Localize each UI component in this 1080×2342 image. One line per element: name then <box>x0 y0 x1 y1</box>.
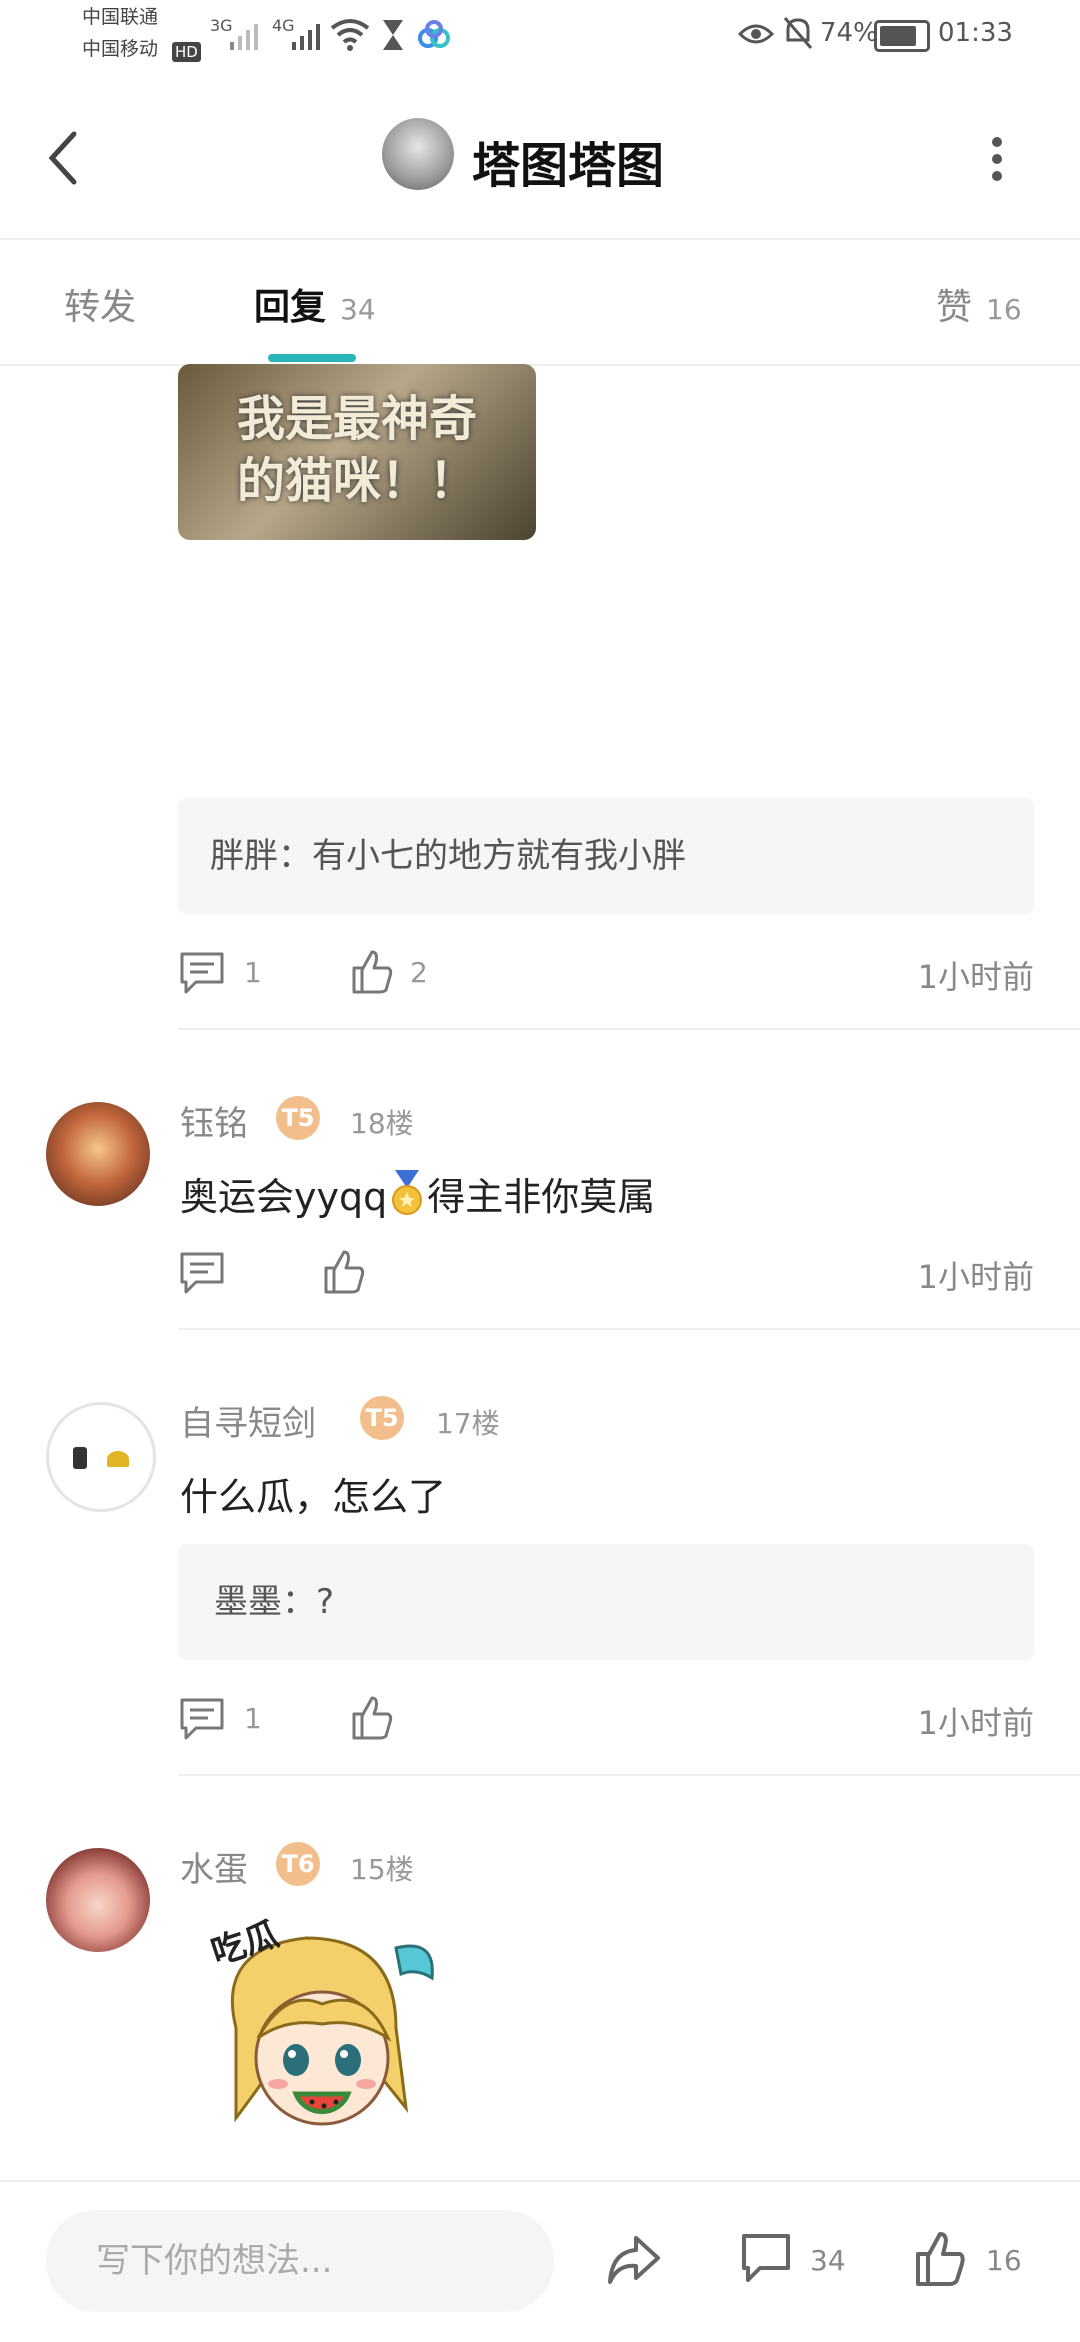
tab-reply-count: 34 <box>340 293 376 326</box>
status-bar: 中国联通 中国移动 HD 3G 4G 74% 01:33 <box>0 0 1080 80</box>
sub-reply-text: ：? <box>282 1582 335 1622</box>
eye-icon <box>738 24 774 44</box>
floor-number: 15楼 <box>350 1853 414 1886</box>
tab-reply[interactable]: 回复 34 <box>254 278 376 330</box>
sub-reply-author[interactable]: 胖胖 <box>210 836 278 876</box>
tab-bar: 转发 回复 34 赞 16 <box>0 240 1080 366</box>
page-title[interactable]: 塔图塔图 <box>472 126 664 196</box>
sub-reply-box[interactable]: 胖胖：有小七的地方就有我小胖 <box>178 798 1034 914</box>
battery-icon <box>874 20 930 52</box>
tab-like-count: 16 <box>986 293 1022 326</box>
comment-text: 奥运会yyqq 得主非你莫属 <box>180 1166 655 1221</box>
gold-medal-icon <box>392 1170 423 1215</box>
user-avatar[interactable] <box>46 1848 150 1952</box>
author-avatar[interactable] <box>382 118 454 190</box>
username[interactable]: 自寻短剑 <box>180 1396 316 1445</box>
sub-reply-author[interactable]: 墨墨 <box>214 1582 282 1622</box>
post-image[interactable]: 我是最神奇 的猫咪！！ <box>178 364 536 540</box>
post-time: 1小时前 <box>917 1704 1034 1742</box>
tab-forward[interactable]: 转发 <box>64 278 136 330</box>
signal-icon-1 <box>230 24 258 50</box>
bottom-action-bar: 写下你的想法... 34 16 <box>0 2180 1080 2342</box>
thumbs-up-icon[interactable] <box>914 2230 966 2288</box>
user-avatar[interactable] <box>46 1102 150 1206</box>
sub-reply-text: ：有小七的地方就有我小胖 <box>278 836 686 876</box>
thumbs-up-icon[interactable] <box>350 1694 394 1742</box>
level-badge: T5 <box>360 1396 404 1440</box>
floor-number: 17楼 <box>436 1407 500 1440</box>
bottom-like-count: 16 <box>986 2244 1022 2277</box>
comment-icon[interactable] <box>178 1250 226 1296</box>
share-icon[interactable] <box>606 2232 662 2288</box>
tab-like-label: 赞 <box>936 287 973 328</box>
username[interactable]: 水蛋 <box>180 1842 248 1891</box>
comment-icon[interactable] <box>178 1696 226 1742</box>
thumbs-up-icon[interactable] <box>350 948 394 996</box>
comment-input[interactable]: 写下你的想法... <box>46 2210 554 2312</box>
carrier-1: 中国联通 <box>82 6 159 28</box>
post-2-actions: 1小时前 <box>178 1244 1034 1304</box>
tab-like[interactable]: 赞 16 <box>936 278 1022 330</box>
comment-icon[interactable] <box>178 950 226 996</box>
more-options-icon[interactable] <box>990 134 1004 184</box>
comment-text-part-1: 奥运会yyqq <box>180 1175 388 1219</box>
comment-text: 什么瓜，怎么了 <box>180 1475 447 1519</box>
comment-input-placeholder: 写下你的想法... <box>96 2241 333 2281</box>
tab-reply-label: 回复 <box>254 287 327 328</box>
back-arrow-icon[interactable] <box>44 130 84 186</box>
top-app-bar: 塔图塔图 <box>0 80 1080 240</box>
hourglass-icon <box>383 20 403 50</box>
hd-badge: HD <box>172 42 201 62</box>
post-time: 1小时前 <box>917 1258 1034 1296</box>
image-caption-line-2: 的猫咪！！ <box>236 453 477 509</box>
carrier-2: 中国移动 <box>82 38 159 60</box>
wifi-icon <box>330 19 370 51</box>
signal-icon-2 <box>292 24 320 50</box>
clock: 01:33 <box>938 18 1013 48</box>
comment-count: 1 <box>244 956 262 989</box>
image-caption-line-1: 我是最神奇 <box>236 391 477 447</box>
post-3-actions: 1 1小时前 <box>178 1690 1034 1750</box>
active-tab-indicator <box>268 354 356 362</box>
level-badge: T6 <box>276 1842 320 1886</box>
username[interactable]: 钰铭 <box>180 1096 248 1145</box>
comment-icon[interactable] <box>740 2232 792 2288</box>
comment-text-part-2: 得主非你莫属 <box>427 1175 656 1219</box>
level-badge: T5 <box>276 1096 320 1140</box>
comment-count: 1 <box>244 1702 262 1735</box>
post-time: 1小时前 <box>917 958 1034 996</box>
thumbs-up-icon[interactable] <box>322 1248 366 1296</box>
melon-eating-sticker[interactable]: 吃瓜 <box>196 1908 446 2164</box>
user-avatar[interactable] <box>46 1402 156 1512</box>
divider <box>178 1328 1080 1330</box>
battery-percent: 74% <box>820 18 878 48</box>
cloud-app-icon <box>418 20 450 48</box>
post-1-actions: 1 2 1小时前 <box>178 944 1034 1004</box>
bottom-comment-count: 34 <box>810 2244 846 2277</box>
divider <box>178 1028 1080 1030</box>
sub-reply-box[interactable]: 墨墨：? <box>178 1544 1034 1660</box>
floor-number: 18楼 <box>350 1107 414 1140</box>
divider <box>178 1774 1080 1776</box>
bell-muted-icon <box>783 17 813 49</box>
like-count: 2 <box>410 956 428 989</box>
